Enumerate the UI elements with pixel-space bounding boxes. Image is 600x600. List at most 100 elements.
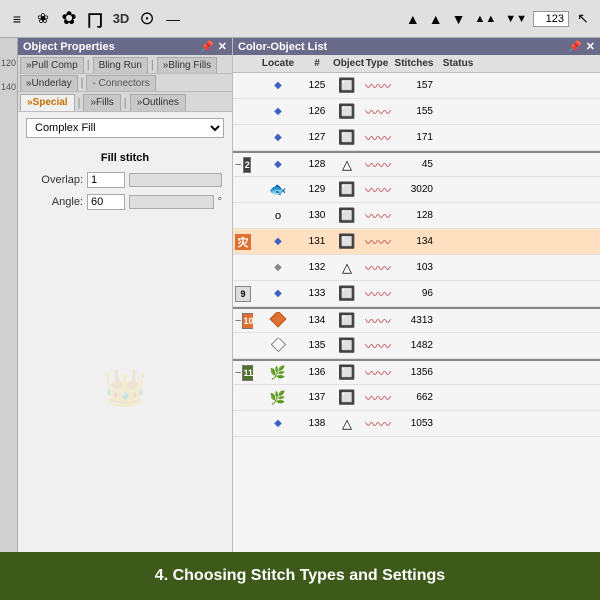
tab-bling-fills[interactable]: »Bling Fills (157, 57, 217, 73)
row-locate: ◆ (253, 79, 303, 92)
col-close-icon[interactable]: ✕ (586, 40, 595, 53)
row-group-indicator (233, 423, 253, 425)
table-row[interactable]: 135 🔲 〰〰 1482 (233, 333, 600, 359)
row-locate: ◆ (253, 105, 303, 118)
angle-slider[interactable] (129, 195, 214, 209)
table-row[interactable]: o 130 🔲 〰〰 128 (233, 203, 600, 229)
frame-icon[interactable]: 冂 (84, 8, 106, 30)
row-status (437, 111, 479, 113)
close-icon[interactable]: ✕ (218, 40, 227, 53)
table-row[interactable]: − 11 🌿 136 🔲 〰〰 1356 (233, 359, 600, 385)
row-stitches: 128 (391, 209, 437, 222)
arrow-up2-btn[interactable]: ▲ (426, 10, 446, 28)
col-pin-icon[interactable]: 📌 (568, 40, 582, 53)
group-badge-11: 11 (242, 365, 253, 381)
arrow-up-btn[interactable]: ▲ (403, 10, 423, 28)
row-number: 125 (303, 79, 331, 92)
tab-fills[interactable]: »Fills (83, 94, 120, 111)
row-stitches: 1482 (391, 339, 437, 352)
header-stitches: Stitches (391, 57, 437, 70)
row-object-icon: △ (331, 415, 363, 433)
row-type-icon: 〰〰 (363, 101, 391, 122)
overlap-row: Overlap: (28, 172, 222, 188)
stitch-number-input[interactable]: 123 (533, 11, 569, 27)
row-status (437, 189, 479, 191)
row-object-icon: 🔲 (331, 284, 363, 303)
object-properties-title: Object Properties (23, 41, 115, 53)
table-row[interactable]: ◆ 138 △ 〰〰 1053 (233, 411, 600, 437)
header-locate: Locate (253, 57, 303, 70)
row-locate: ◆ (253, 287, 303, 300)
row-locate: 🐟 (253, 180, 303, 199)
stitch-icon[interactable]: ✿ (58, 8, 80, 30)
row-type-icon: 〰〰 (363, 413, 391, 434)
arrow-double-up-btn[interactable]: ▲▲ (471, 12, 499, 26)
complex-fill-dropdown[interactable]: Complex Fill (26, 118, 224, 138)
angle-unit: ° (218, 196, 222, 208)
tabs-row-1: »Pull Comp | Bling Run | »Bling Fills (18, 55, 232, 74)
row-stitches: 171 (391, 131, 437, 144)
group-badge: 2 (243, 157, 251, 173)
table-row[interactable]: ◆ 125 🔲 〰〰 157 (233, 73, 600, 99)
color-object-list-title: Color-Object List (238, 41, 327, 53)
row-object-icon: 🔲 (331, 180, 363, 199)
row-status (437, 241, 479, 243)
arrow-double-down-btn[interactable]: ▼▼ (502, 12, 530, 26)
3d-button[interactable]: 3D (110, 8, 132, 30)
table-row[interactable]: 🐟 129 🔲 〰〰 3020 (233, 177, 600, 203)
row-type-icon: 〰〰 (363, 205, 391, 226)
row-status (437, 372, 479, 374)
row-group-indicator (233, 137, 253, 139)
row-stitches: 155 (391, 105, 437, 118)
overlap-slider[interactable] (129, 173, 222, 187)
tab-connectors[interactable]: - Connectors (86, 75, 155, 91)
tab-pull-comp[interactable]: »Pull Comp (20, 57, 84, 73)
menu-icon[interactable]: ≡ (6, 8, 28, 30)
header-type: Type (363, 57, 391, 70)
table-row[interactable]: 9 ◆ 133 🔲 〰〰 96 (233, 281, 600, 307)
row-status (437, 164, 479, 166)
row-object-icon: 🔲 (331, 76, 363, 95)
line-icon[interactable]: — (162, 8, 184, 30)
angle-input[interactable] (87, 194, 125, 210)
row-locate (253, 338, 303, 354)
row-stitches: 96 (391, 287, 437, 300)
tab-outlines[interactable]: »Outlines (130, 94, 186, 111)
tab-special[interactable]: »Special (20, 94, 75, 111)
circle-icon[interactable]: ⊙ (136, 8, 158, 30)
table-row[interactable]: ◆ 127 🔲 〰〰 171 (233, 125, 600, 151)
row-status (437, 320, 479, 322)
angle-row: Angle: ° (28, 194, 222, 210)
table-row[interactable]: ◆ 126 🔲 〰〰 155 (233, 99, 600, 125)
main-area: 120 140 Object Properties 📌 ✕ »Pull Comp… (0, 38, 600, 552)
footer-bar: 4. Choosing Stitch Types and Settings (0, 552, 600, 600)
pin-icon[interactable]: 📌 (200, 40, 214, 53)
row-status (437, 293, 479, 295)
footer-text: 4. Choosing Stitch Types and Settings (155, 567, 445, 585)
table-row[interactable]: ◆ 132 △ 〰〰 103 (233, 255, 600, 281)
row-stitches: 103 (391, 261, 437, 274)
arrow-down-btn[interactable]: ▼ (449, 10, 469, 28)
watermark: 👑 (18, 224, 232, 552)
row-group-indicator: 灾 (233, 233, 253, 251)
flower-icon[interactable]: ❀ (32, 8, 54, 30)
table-row[interactable]: − 2 ◆ 128 △ 〰〰 45 (233, 151, 600, 177)
object-properties-panel: Object Properties 📌 ✕ »Pull Comp | Bling… (18, 38, 233, 552)
table-row[interactable]: 🌿 137 🔲 〰〰 662 (233, 385, 600, 411)
tab-bling-run[interactable]: Bling Run (93, 57, 148, 73)
table-row[interactable]: 灾 ◆ 131 🔲 〰〰 134 (233, 229, 600, 255)
tab-underlay[interactable]: »Underlay (20, 75, 78, 91)
row-stitches: 157 (391, 79, 437, 92)
row-group-indicator (233, 215, 253, 217)
row-status (437, 267, 479, 269)
object-properties-titlebar: Object Properties 📌 ✕ (18, 38, 232, 55)
row-object-icon: △ (331, 259, 363, 277)
table-row[interactable]: − 10 134 🔲 〰〰 4313 (233, 307, 600, 333)
row-number: 136 (303, 366, 331, 379)
row-status (437, 85, 479, 87)
row-type-icon: 〰〰 (363, 257, 391, 278)
row-locate: ◆ (253, 131, 303, 144)
dropdown-area: Complex Fill (18, 112, 232, 144)
row-group-indicator (233, 189, 253, 191)
overlap-input[interactable] (87, 172, 125, 188)
